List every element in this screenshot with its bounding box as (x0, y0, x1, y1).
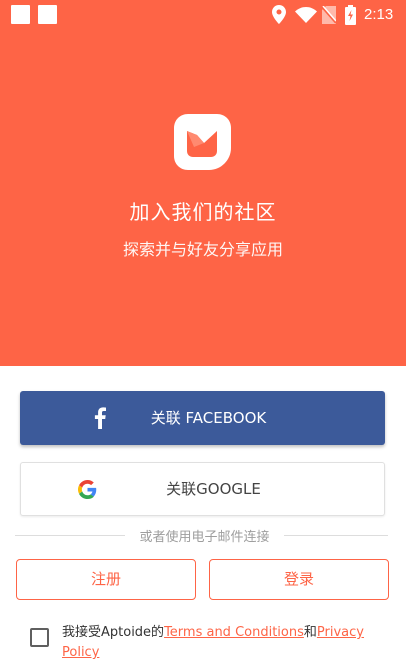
status-time: 2:13 (364, 6, 394, 23)
wifi-icon (295, 7, 317, 23)
terms-conjunction: 和 (303, 625, 317, 640)
status-bar: 2:13 (0, 0, 406, 30)
divider-line-right (284, 535, 388, 536)
notification-square-icon (38, 5, 57, 24)
terms-checkbox[interactable] (30, 628, 49, 647)
email-divider-text: 或者使用电子邮件连接 (139, 530, 270, 545)
location-icon (272, 5, 286, 24)
hero-title: 加入我们的社区 (129, 200, 277, 224)
notification-square-icon (11, 5, 30, 24)
facebook-button-label: 关联 FACEBOOK (150, 409, 267, 427)
no-sim-icon (322, 6, 336, 24)
divider-line-left (15, 535, 125, 536)
hero-subtitle: 探索并与好友分享应用 (122, 240, 283, 259)
aptoide-logo (174, 114, 231, 170)
google-button-label: 关联GOOGLE (166, 480, 261, 498)
register-button[interactable]: 注册 (16, 559, 196, 600)
hero-banner: 2:13 加入我们的社区 探索并与好友分享应用 (0, 0, 406, 366)
login-button[interactable]: 登录 (209, 559, 389, 600)
terms-and-conditions-link[interactable]: Terms and Conditions (164, 625, 304, 640)
google-connect-button[interactable]: 关联GOOGLE (20, 462, 385, 516)
battery-charging-icon (345, 5, 356, 25)
terms-text: 我接受Aptoide的Terms and Conditions和Privacy … (62, 623, 382, 663)
facebook-connect-button[interactable]: 关联 FACEBOOK (20, 391, 385, 445)
terms-prefix: 我接受Aptoide的 (62, 625, 165, 640)
